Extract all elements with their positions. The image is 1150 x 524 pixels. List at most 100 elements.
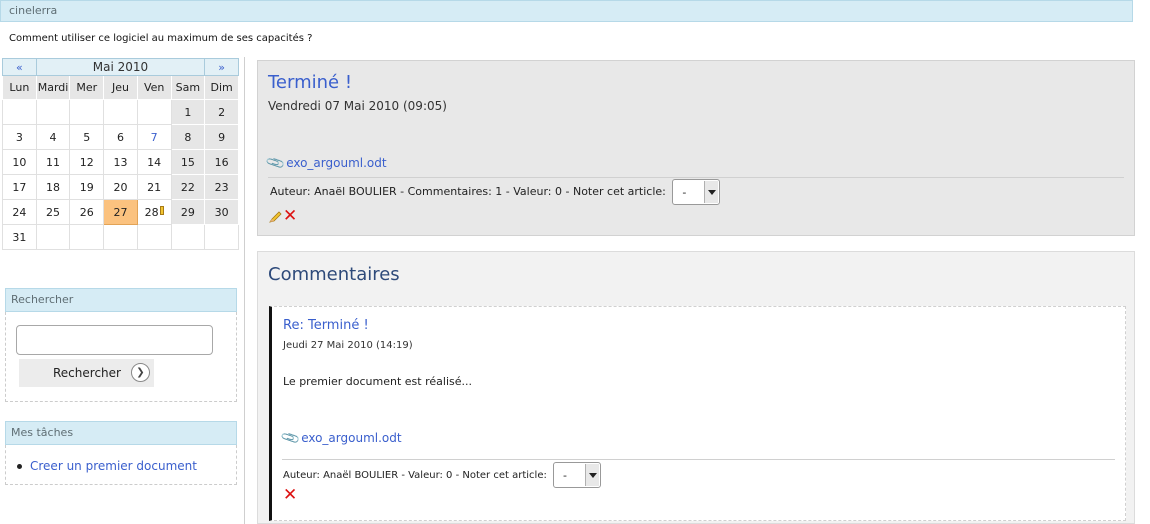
divider [268, 177, 1124, 178]
calendar-day-number: 12 [79, 155, 94, 169]
calendar-empty-cell [103, 224, 138, 250]
comment-title[interactable]: Re: Terminé ! [283, 318, 369, 333]
calendar-day[interactable]: 3 [2, 124, 37, 150]
chevron-down-icon [704, 181, 719, 203]
article-title[interactable]: Terminé ! [268, 72, 352, 93]
calendar-week-row: 3 4 5 6 7 8 9 [2, 124, 239, 150]
search-input[interactable] [16, 325, 213, 355]
calendar-empty-cell [136, 99, 172, 125]
bullet-icon [17, 464, 22, 469]
calendar-day[interactable]: 7 [136, 124, 172, 150]
calendar-day-number: 4 [49, 130, 57, 144]
pencil-icon [159, 205, 164, 215]
calendar-day[interactable]: 8 [170, 124, 206, 150]
calendar-day-number: 14 [147, 155, 162, 169]
calendar-day-number: 28 [144, 205, 159, 219]
calendar-day[interactable]: 10 [2, 149, 37, 175]
search-panel: Rechercher ❯ [5, 312, 237, 402]
calendar-day-number: 11 [46, 155, 61, 169]
calendar-day-number: 10 [12, 155, 27, 169]
calendar-day[interactable]: 31 [2, 224, 37, 250]
calendar-day[interactable]: 26 [69, 199, 105, 225]
calendar-weekday: Lun [2, 75, 37, 100]
comment-date: Jeudi 27 Mai 2010 (14:19) [283, 340, 413, 351]
calendar-day[interactable]: 2 [204, 99, 239, 125]
calendar-day-number: 31 [12, 230, 27, 244]
article-date: Vendredi 07 Mai 2010 (09:05) [268, 99, 447, 113]
comment-rating-value: - [563, 469, 568, 482]
calendar-day[interactable]: 19 [69, 174, 105, 200]
left-sidebar: « Mai 2010 » Lun Mardi Mer Jeu Ven Sam Dim 123… [0, 57, 245, 524]
calendar-day-number: 30 [214, 205, 229, 219]
delete-icon[interactable]: ✕ [283, 208, 297, 225]
calendar-day-number: 24 [12, 205, 27, 219]
calendar-day[interactable]: 22 [170, 174, 206, 200]
article-rating-select[interactable]: - [672, 179, 721, 205]
comment-text: Le premier document est réalisé... [283, 375, 472, 388]
calendar-day[interactable]: 29 [170, 199, 206, 225]
comment-attachment-label: exo_argouml.odt [301, 431, 402, 445]
calendar-day[interactable]: 28 [136, 199, 172, 225]
calendar-day-number: 13 [113, 155, 128, 169]
calendar-day[interactable]: 12 [69, 149, 105, 175]
calendar-day[interactable]: 20 [103, 174, 138, 200]
calendar-empty-cell [204, 224, 239, 250]
article-meta-text: Auteur: Anaël BOULIER - Commentaires: 1 … [270, 185, 666, 198]
calendar-week-row: 12 [2, 99, 239, 125]
calendar-day[interactable]: 4 [35, 124, 71, 150]
calendar-week-row: 31 [2, 224, 239, 250]
paperclip-icon: 📎 [280, 427, 302, 450]
calendar-day[interactable]: 21 [136, 174, 172, 200]
calendar-day[interactable]: 1 [170, 99, 206, 125]
article-attachment-link[interactable]: 📎exo_argouml.odt [265, 152, 386, 175]
calendar-day[interactable]: 14 [136, 149, 172, 175]
calendar-prev-button[interactable]: « [2, 58, 37, 76]
calendar-weekday: Mer [69, 75, 105, 100]
comment-rating-select[interactable]: - [553, 462, 602, 488]
calendar-day-number: 3 [15, 130, 23, 144]
calendar-week-row: 17 18 19 20 21 22 23 [2, 174, 239, 200]
calendar-day-number: 9 [218, 130, 226, 144]
calendar-empty-cell [35, 99, 71, 125]
calendar-day[interactable]: 23 [204, 174, 239, 200]
site-title-bar: cinelerra [0, 0, 1133, 22]
delete-icon[interactable]: ✕ [283, 487, 297, 504]
calendar-week-row: 24 25 26 27 28 29 30 [2, 199, 239, 225]
calendar-day[interactable]: 9 [204, 124, 239, 150]
comment: Re: Terminé ! Jeudi 27 Mai 2010 (14:19) … [269, 306, 1126, 521]
calendar-day-number: 7 [150, 130, 158, 144]
calendar-weekday: Sam [170, 75, 206, 100]
calendar-day[interactable]: 13 [103, 149, 138, 175]
calendar-day-number: 6 [116, 130, 124, 144]
calendar-week-row: 10 11 12 13 14 15 16 [2, 149, 239, 175]
calendar-day[interactable]: 5 [69, 124, 105, 150]
divider [282, 459, 1115, 460]
calendar-day[interactable]: 27 [103, 199, 138, 225]
comment-attachment-link[interactable]: 📎exo_argouml.odt [280, 427, 402, 450]
calendar-day[interactable]: 18 [35, 174, 71, 200]
article: Terminé ! Vendredi 07 Mai 2010 (09:05) 📎… [257, 60, 1135, 236]
calendar-day[interactable]: 15 [170, 149, 206, 175]
calendar-day-number: 22 [180, 180, 195, 194]
pencil-icon[interactable] [269, 210, 282, 223]
search-button[interactable]: Rechercher ❯ [19, 359, 154, 387]
calendar-empty-cell [69, 224, 105, 250]
calendar-day-number: 25 [46, 205, 61, 219]
calendar-day[interactable]: 25 [35, 199, 71, 225]
calendar-day[interactable]: 24 [2, 199, 37, 225]
calendar-next-button[interactable]: » [204, 58, 239, 76]
calendar-empty-cell [103, 99, 138, 125]
calendar-day-number: 15 [180, 155, 195, 169]
article-meta: Auteur: Anaël BOULIER - Commentaires: 1 … [270, 179, 721, 205]
task-item[interactable]: Creer un premier document [17, 459, 197, 473]
paperclip-icon: 📎 [265, 152, 287, 175]
calendar-day-number: 27 [113, 205, 128, 219]
calendar-day[interactable]: 11 [35, 149, 71, 175]
calendar-day[interactable]: 30 [204, 199, 239, 225]
tasks-panel-title: Mes tâches [11, 426, 74, 439]
calendar-day[interactable]: 16 [204, 149, 239, 175]
calendar-day[interactable]: 6 [103, 124, 138, 150]
calendar-weekday: Jeu [103, 75, 138, 100]
calendar-empty-cell [2, 99, 37, 125]
calendar-day[interactable]: 17 [2, 174, 37, 200]
